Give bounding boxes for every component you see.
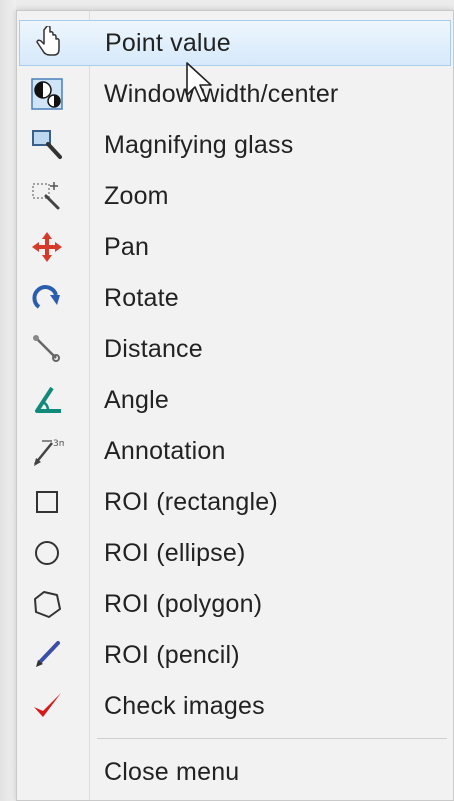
ruler-line-icon (29, 331, 65, 367)
menu-item-roi-pencil[interactable]: ROI (pencil) (19, 632, 451, 678)
svg-text:3m: 3m (53, 439, 64, 449)
zoom-icon (29, 178, 65, 214)
menu-item-label: Annotation (104, 436, 226, 465)
menu-item-magnifying-glass[interactable]: Magnifying glass (19, 122, 451, 168)
close-menu-label: Close menu (104, 757, 240, 786)
annotation-arrow-icon: 3m (29, 433, 65, 469)
menu-item-label: Magnifying glass (104, 130, 294, 159)
menu-item-label: ROI (polygon) (104, 589, 263, 618)
menu-item-close-menu[interactable]: Close menu (19, 749, 451, 795)
menu-item-label: ROI (rectangle) (104, 487, 278, 516)
rotate-icon (29, 280, 65, 316)
menu-item-pan[interactable]: Pan (19, 224, 451, 270)
menu-item-roi-ellipse[interactable]: ROI (ellipse) (19, 530, 451, 576)
checkmark-icon (29, 688, 65, 724)
menu-item-label: Point value (105, 28, 231, 57)
menu-item-label: Pan (104, 232, 150, 261)
menu-item-distance[interactable]: Distance (19, 326, 451, 372)
ellipse-icon (29, 535, 65, 571)
hand-pointer-icon (30, 25, 66, 61)
menu-item-label: Window width/center (104, 79, 339, 108)
context-menu: Point value Window width/center Magnifyi… (16, 10, 454, 801)
rectangle-icon (29, 484, 65, 520)
polygon-icon (29, 586, 65, 622)
menu-item-roi-polygon[interactable]: ROI (polygon) (19, 581, 451, 627)
pencil-icon (29, 637, 65, 673)
menu-item-annotation[interactable]: 3m Annotation (19, 428, 451, 474)
menu-item-label: ROI (pencil) (104, 640, 240, 669)
menu-item-rotate[interactable]: Rotate (19, 275, 451, 321)
menu-item-label: Check images (104, 691, 265, 720)
angle-icon (29, 382, 65, 418)
menu-item-check-images[interactable]: Check images (19, 683, 451, 729)
menu-item-label: ROI (ellipse) (104, 538, 246, 567)
menu-item-window-width-center[interactable]: Window width/center (19, 71, 451, 117)
magnifier-icon (29, 127, 65, 163)
menu-item-zoom[interactable]: Zoom (19, 173, 451, 219)
menu-item-label: Distance (104, 334, 203, 363)
background-strip (0, 0, 16, 801)
pan-arrows-icon (29, 229, 65, 265)
menu-item-label: Zoom (104, 181, 169, 210)
menu-item-angle[interactable]: Angle (19, 377, 451, 423)
menu-item-label: Angle (104, 385, 169, 414)
menu-item-roi-rectangle[interactable]: ROI (rectangle) (19, 479, 451, 525)
menu-item-point-value[interactable]: Point value (19, 20, 451, 66)
menu-item-label: Rotate (104, 283, 179, 312)
menu-separator (97, 738, 447, 739)
contrast-icon (29, 76, 65, 112)
